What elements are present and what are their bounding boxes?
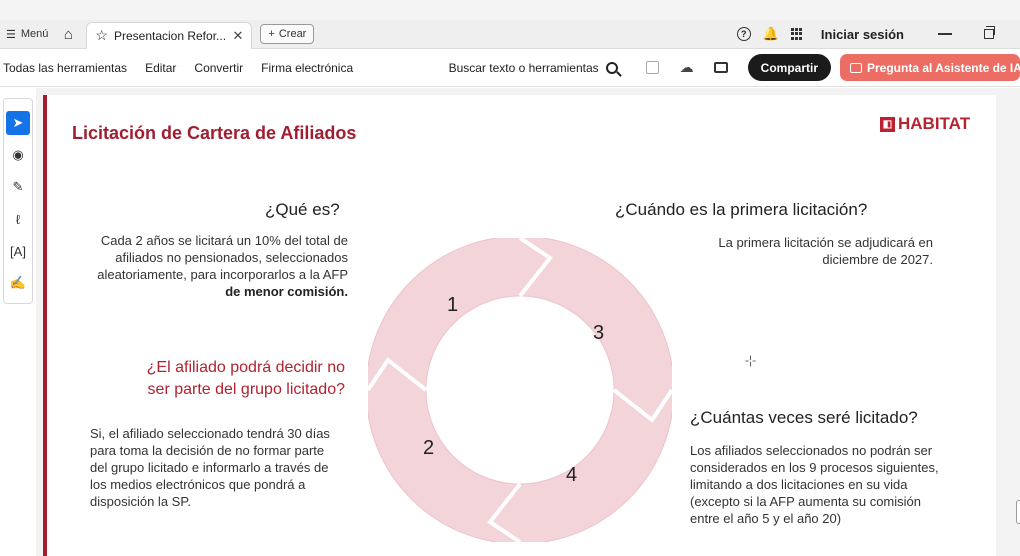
search-icon — [605, 61, 618, 74]
cycle-ring-diagram — [368, 238, 672, 542]
slide-title: Licitación de Cartera de Afiliados — [72, 123, 357, 143]
text-select-icon[interactable]: [A] — [6, 239, 30, 263]
cycle-step-3: 3 — [593, 322, 605, 344]
ai-assistant-button[interactable]: Pregunta al Asistente de IA — [840, 54, 1020, 81]
draw-icon[interactable]: ℓ — [6, 207, 30, 231]
afp-habitat-logo: ◧ HABITAT — [880, 114, 970, 134]
window-top-strip — [0, 0, 1020, 20]
cycle-step-1: 1 — [447, 294, 459, 316]
crosshair-cursor-icon: -¦- — [745, 353, 757, 367]
answer-decidir: Si, el afiliado seleccionado tendrá 30 d… — [90, 426, 330, 509]
logo-text: HABITAT — [898, 114, 971, 133]
sign-icon[interactable]: ✍ — [6, 271, 30, 295]
cycle-step-4: 4 — [566, 464, 578, 486]
signin-button[interactable]: Iniciar sesión — [821, 27, 904, 42]
ring-inner-edge — [425, 295, 615, 485]
search-tools[interactable]: Buscar texto o herramientas — [449, 61, 618, 75]
all-tools-menu[interactable]: Todas las herramientas — [0, 61, 136, 75]
help-icon[interactable]: ? — [736, 27, 751, 41]
menu-label: Menú — [20, 28, 49, 40]
menu-button[interactable]: ☰ Menú — [0, 20, 54, 49]
convert-menu[interactable]: Convertir — [185, 61, 252, 75]
tools-sidebar: ➤ ◉ ✎ ℓ [A] ✍ — [3, 98, 33, 304]
print-icon[interactable] — [704, 62, 738, 73]
slide-accent-bar — [43, 95, 47, 556]
slide-page: Licitación de Cartera de Afiliados ◧ HAB… — [43, 95, 996, 556]
tab-title: Presentacion Refor... — [113, 28, 227, 43]
hamburger-icon: ☰ — [6, 28, 16, 41]
main-toolbar: Todas las herramientas Editar Convertir … — [0, 49, 1020, 87]
plus-icon: + — [268, 28, 275, 40]
assistant-label: Pregunta al Asistente de IA — [867, 60, 1020, 75]
restore-icon[interactable] — [984, 26, 995, 39]
create-label: Crear — [278, 28, 307, 40]
answer-cuantas: Los afiliados seleccionados no podrán se… — [690, 443, 939, 526]
edit-menu[interactable]: Editar — [136, 61, 185, 75]
notifications-icon[interactable]: 🔔 — [763, 26, 779, 42]
cycle-step-2: 2 — [423, 437, 435, 459]
home-icon[interactable]: ⌂ — [54, 20, 82, 49]
document-tab[interactable]: ☆ Presentacion Refor... ✕ — [86, 21, 253, 49]
close-tab-icon[interactable]: ✕ — [233, 28, 244, 44]
star-icon[interactable]: ☆ — [95, 27, 108, 44]
upload-cloud-icon[interactable]: ☁ — [670, 59, 704, 76]
question-cuantas: ¿Cuántas veces seré licitado? — [690, 408, 918, 427]
tab-bar: ☰ Menú ⌂ ☆ Presentacion Refor... ✕ + Cre… — [0, 20, 1020, 49]
apps-grid-icon[interactable] — [790, 28, 803, 40]
question-cuando: ¿Cuándo es la primera licitación? — [615, 200, 868, 219]
share-button[interactable]: Compartir — [747, 54, 831, 81]
comment-icon[interactable]: ◉ — [6, 143, 30, 167]
create-button[interactable]: + Crear — [260, 24, 315, 44]
scroll-handle[interactable] — [1016, 500, 1020, 524]
assistant-icon — [850, 62, 862, 73]
select-icon[interactable]: ➤ — [6, 111, 30, 135]
question-que-es: ¿Qué es? — [265, 200, 340, 219]
minimize-icon[interactable] — [938, 33, 952, 35]
esign-menu[interactable]: Firma electrónica — [252, 61, 362, 75]
document-canvas[interactable]: Licitación de Cartera de Afiliados ◧ HAB… — [36, 88, 1020, 556]
answer-cuando: La primera licitación se adjudicará en d… — [718, 235, 933, 267]
cycle-ring — [368, 238, 672, 542]
question-decidir: ¿El afiliado podrá decidir no ser parte … — [146, 359, 345, 398]
pen-icon[interactable]: ✎ — [6, 175, 30, 199]
answer-que-es: Cada 2 años se licitará un 10% del total… — [97, 233, 348, 299]
search-label: Buscar texto o herramientas — [448, 60, 599, 75]
save-icon[interactable] — [636, 61, 670, 74]
logo-mark-icon: ◧ — [880, 116, 895, 132]
